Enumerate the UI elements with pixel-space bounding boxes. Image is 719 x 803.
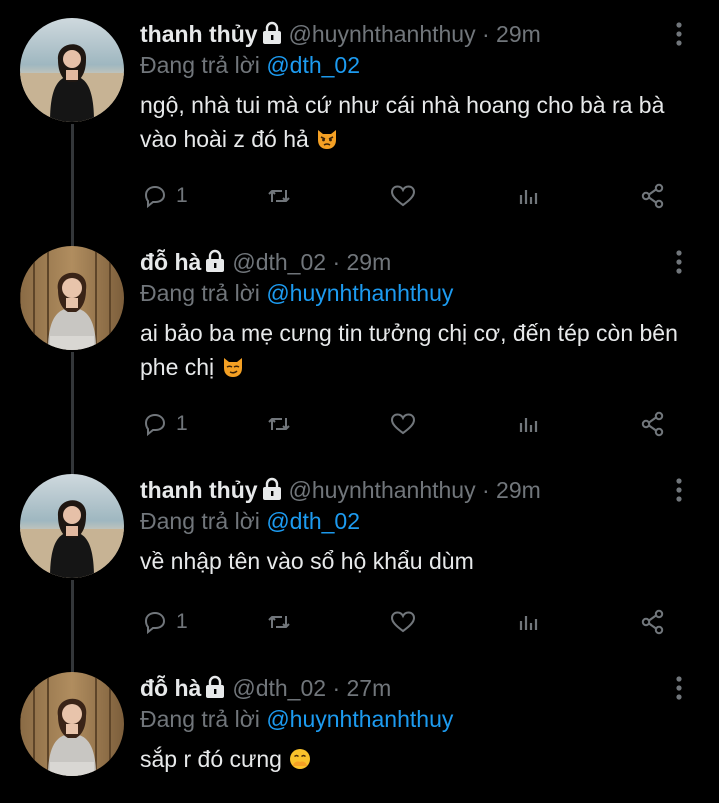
share-icon [641,183,664,209]
reply-prefix: Đang trả lời [140,706,267,732]
retweet-icon [268,190,290,202]
separator-dot: · [332,675,341,701]
reply-icon [144,611,166,635]
analytics-button[interactable] [514,604,544,640]
display-name[interactable]: đỗ hà [140,675,201,701]
reply-count: 1 [176,412,188,435]
like-button[interactable] [388,604,418,640]
tweet-text: sắp r đó cưng [140,742,679,776]
timestamp[interactable]: 29m [496,21,541,47]
reply-button[interactable]: 1 [140,604,188,640]
separator-dot: · [481,477,490,503]
more-options-icon[interactable] [667,476,691,504]
tweet-3[interactable]: thanh thủy @huynhthanhthuy · 29m Đang trả… [0,474,719,669]
lock-icon [262,21,281,44]
handle[interactable]: @huynhthanhthuy [289,477,476,503]
reply-button[interactable]: 1 [140,178,188,214]
avatar[interactable] [20,246,124,350]
display-name[interactable]: thanh thủy [140,21,258,47]
separator-dot: · [332,249,341,275]
mention-link[interactable]: @dth_02 [266,508,360,534]
separator-dot: · [481,21,490,47]
tweet-text: ngộ, nhà tui mà cứ như cái nhà hoang cho… [140,88,679,156]
reply-icon [144,185,166,209]
retweet-icon [268,616,290,628]
tweet-text: về nhập tên vào sổ hộ khẩu dùm [140,544,679,578]
share-icon [641,411,664,437]
reply-count: 1 [176,184,188,207]
display-name[interactable]: đỗ hà [140,249,201,275]
analytics-icon [519,616,538,630]
share-button[interactable] [638,178,668,214]
lock-icon [206,675,225,698]
analytics-icon [519,418,538,432]
lock-icon [262,477,281,500]
replying-to: Đang trả lời @huynhthanhthuy [140,278,679,308]
retweet-icon [268,418,290,430]
avatar[interactable] [20,18,124,122]
replying-to: Đang trả lời @huynhthanhthuy [140,704,679,734]
tweet-4[interactable]: đỗ hà @dth_02 · 27m Đang trả lời @huynhth… [0,672,719,803]
timestamp[interactable]: 29m [496,477,541,503]
reply-button[interactable]: 1 [140,406,188,442]
avatar[interactable] [20,672,124,776]
mention-link[interactable]: @dth_02 [266,52,360,78]
analytics-button[interactable] [514,406,544,442]
pouting-cat-emoji [318,130,337,149]
tweet-text-body: ngộ, nhà tui mà cứ như cái nhà hoang cho… [140,92,665,152]
more-options-icon[interactable] [667,674,691,702]
like-button[interactable] [388,178,418,214]
retweet-button[interactable] [264,178,294,214]
handle[interactable]: @dth_02 [232,675,326,701]
smirking-cat-emoji [223,358,242,377]
handle[interactable]: @dth_02 [232,249,326,275]
reply-count: 1 [176,610,188,633]
share-button[interactable] [638,604,668,640]
tweet-1[interactable]: thanh thủy @huynhthanhthuy · 29m Đang trả… [0,18,719,243]
tweet-text: ai bảo ba mẹ cưng tin tưởng chị cơ, đến … [140,316,679,384]
share-icon [641,609,664,635]
mention-link[interactable]: @huynhthanhthuy [266,706,453,732]
share-button[interactable] [638,406,668,442]
timestamp[interactable]: 27m [347,675,392,701]
display-name[interactable]: thanh thủy [140,477,258,503]
reply-prefix: Đang trả lời [140,508,267,534]
reply-prefix: Đang trả lời [140,52,267,78]
avatar[interactable] [20,474,124,578]
heart-icon [390,185,416,207]
more-options-icon[interactable] [667,248,691,276]
tweet-2[interactable]: đỗ hà @dth_02 · 29m Đang trả lời @huynhth… [0,246,719,471]
replying-to: Đang trả lời @dth_02 [140,50,679,80]
timestamp[interactable]: 29m [347,249,392,275]
heart-icon [390,611,416,633]
retweet-button[interactable] [264,406,294,442]
analytics-button[interactable] [514,178,544,214]
replying-to: Đang trả lời @dth_02 [140,506,679,536]
face-with-hand-over-mouth-emoji [290,749,311,769]
tweet-text-body: sắp r đó cưng [140,746,282,772]
like-button[interactable] [388,406,418,442]
lock-icon [206,249,225,272]
heart-icon [390,413,416,435]
more-options-icon[interactable] [667,20,691,48]
reply-prefix: Đang trả lời [140,280,267,306]
mention-link[interactable]: @huynhthanhthuy [266,280,453,306]
handle[interactable]: @huynhthanhthuy [289,21,476,47]
tweet-text-body: về nhập tên vào sổ hộ khẩu dùm [140,548,474,574]
reply-icon [144,413,166,437]
retweet-button[interactable] [264,604,294,640]
analytics-icon [519,190,538,204]
